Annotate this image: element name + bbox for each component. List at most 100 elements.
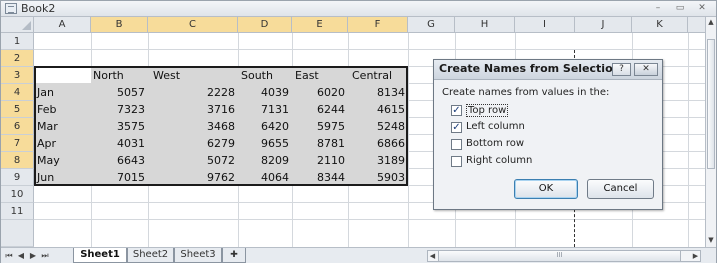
active-cell[interactable]	[36, 68, 91, 83]
value-cell[interactable]: 4039	[238, 84, 289, 101]
header-cell-west[interactable]: West	[153, 67, 180, 84]
row-header-3[interactable]: 3	[1, 67, 34, 84]
header-cell-east[interactable]: East	[295, 67, 319, 84]
select-all-button[interactable]	[1, 17, 34, 33]
value-cell[interactable]: 6244	[292, 101, 345, 118]
previous-sheet-icon[interactable]: ◀	[16, 250, 26, 262]
row-label-cell[interactable]: Jan	[37, 84, 54, 101]
row-header-7[interactable]: 7	[1, 135, 34, 152]
value-cell[interactable]: 8344	[292, 169, 345, 186]
column-header-g[interactable]: G	[408, 17, 455, 33]
value-cell[interactable]: 5072	[148, 152, 235, 169]
value-cell[interactable]: 4064	[238, 169, 289, 186]
first-sheet-icon[interactable]: ⏮	[4, 250, 14, 262]
header-cell-south[interactable]: South	[241, 67, 273, 84]
column-header-h[interactable]: H	[455, 17, 515, 33]
value-cell[interactable]: 6866	[348, 135, 405, 152]
value-cell[interactable]: 9762	[148, 169, 235, 186]
bottom-row-checkbox[interactable]	[451, 139, 462, 150]
value-cell[interactable]: 6279	[148, 135, 235, 152]
scroll-right-icon[interactable]: ▶	[691, 251, 700, 261]
row-label-cell[interactable]: Apr	[37, 135, 56, 152]
column-header-l[interactable]	[688, 17, 705, 33]
value-cell[interactable]: 7015	[91, 169, 145, 186]
column-header-f[interactable]: F	[348, 17, 408, 33]
value-cell[interactable]: 8134	[348, 84, 405, 101]
value-cell[interactable]: 2228	[148, 84, 235, 101]
column-header-e[interactable]: E	[292, 17, 348, 33]
value-cell[interactable]: 5975	[292, 118, 345, 135]
value-cell[interactable]: 6420	[238, 118, 289, 135]
value-cell[interactable]: 3468	[148, 118, 235, 135]
top-row-checkbox[interactable]: ✓	[451, 105, 462, 116]
vertical-scroll-thumb[interactable]	[707, 39, 715, 169]
value-cell[interactable]: 4615	[348, 101, 405, 118]
row-label-cell[interactable]: Feb	[37, 101, 56, 118]
value-cell[interactable]: 2110	[292, 152, 345, 169]
row-header-9[interactable]: 9	[1, 169, 34, 186]
value-cell[interactable]: 4031	[91, 135, 145, 152]
restore-icon[interactable]: ▭	[673, 2, 687, 15]
horizontal-scrollbar[interactable]: ◀ III ▶	[427, 250, 701, 262]
value-cell[interactable]: 7131	[238, 101, 289, 118]
dialog-title: Create Names from Selection	[439, 62, 621, 75]
value-cell[interactable]: 3716	[148, 101, 235, 118]
column-header-a[interactable]: A	[34, 17, 91, 33]
tab-sheet1[interactable]: Sheet1	[73, 248, 127, 263]
value-cell[interactable]: 6643	[91, 152, 145, 169]
row-header-8[interactable]: 8	[1, 152, 34, 169]
value-cell[interactable]: 9655	[238, 135, 289, 152]
column-header-j[interactable]: J	[575, 17, 632, 33]
row-header-10[interactable]: 10	[1, 186, 34, 203]
dialog-close-icon[interactable]: ✕	[634, 63, 658, 76]
column-header-i[interactable]: I	[515, 17, 575, 33]
row-header-4[interactable]: 4	[1, 84, 34, 101]
minimize-icon[interactable]: –	[651, 2, 665, 15]
left-column-checkbox[interactable]: ✓	[451, 122, 462, 133]
gridline	[34, 49, 705, 50]
close-icon[interactable]: ✕	[695, 2, 709, 15]
scroll-down-icon[interactable]: ▼	[706, 236, 716, 245]
value-cell[interactable]: 8209	[238, 152, 289, 169]
value-cell[interactable]: 3575	[91, 118, 145, 135]
tab-sheet3[interactable]: Sheet3	[174, 248, 222, 263]
tab-sheet2[interactable]: Sheet2	[127, 248, 174, 263]
title-bar[interactable]: Book2 – ▭ ✕	[1, 1, 716, 17]
row-header-12[interactable]	[1, 220, 34, 247]
value-cell[interactable]: 8781	[292, 135, 345, 152]
cancel-button[interactable]: Cancel	[587, 179, 654, 199]
column-header-d[interactable]: D	[238, 17, 292, 33]
column-header-k[interactable]: K	[632, 17, 688, 33]
value-cell[interactable]: 3189	[348, 152, 405, 169]
row-label-cell[interactable]: Jun	[37, 169, 54, 186]
row-header-2[interactable]: 2	[1, 50, 34, 67]
column-header-b[interactable]: B	[91, 17, 148, 33]
value-cell[interactable]: 6020	[292, 84, 345, 101]
workbook-window: Book2 – ▭ ✕ A B C D E F G H I J K 1 2 3 …	[0, 0, 717, 263]
value-cell[interactable]: 5057	[91, 84, 145, 101]
horizontal-scroll-thumb[interactable]: III	[438, 251, 681, 261]
value-cell[interactable]: 5903	[348, 169, 405, 186]
column-header-c[interactable]: C	[148, 17, 238, 33]
row-header-5[interactable]: 5	[1, 101, 34, 118]
scroll-left-icon[interactable]: ◀	[428, 251, 437, 261]
row-header-6[interactable]: 6	[1, 118, 34, 135]
value-cell[interactable]: 5248	[348, 118, 405, 135]
row-label-cell[interactable]: May	[37, 152, 60, 169]
insert-sheet-icon[interactable]: ✚	[222, 248, 246, 263]
ok-button[interactable]: OK	[514, 179, 578, 199]
help-icon[interactable]: ?	[612, 63, 631, 76]
vertical-scrollbar[interactable]: ▲ ▼	[705, 17, 716, 247]
next-sheet-icon[interactable]: ▶	[28, 250, 38, 262]
value-cell[interactable]: 7323	[91, 101, 145, 118]
last-sheet-icon[interactable]: ⏭	[40, 250, 50, 262]
row-label-cell[interactable]: Mar	[37, 118, 58, 135]
row-header-1[interactable]: 1	[1, 33, 34, 50]
header-cell-north[interactable]: North	[93, 67, 124, 84]
scroll-up-icon[interactable]: ▲	[706, 18, 716, 27]
right-column-checkbox[interactable]	[451, 156, 462, 167]
right-column-label: Right column	[466, 155, 533, 166]
row-header-11[interactable]: 11	[1, 203, 34, 220]
header-cell-central[interactable]: Central	[352, 67, 392, 84]
dialog-title-bar[interactable]: Create Names from Selection ? ✕	[434, 60, 662, 80]
